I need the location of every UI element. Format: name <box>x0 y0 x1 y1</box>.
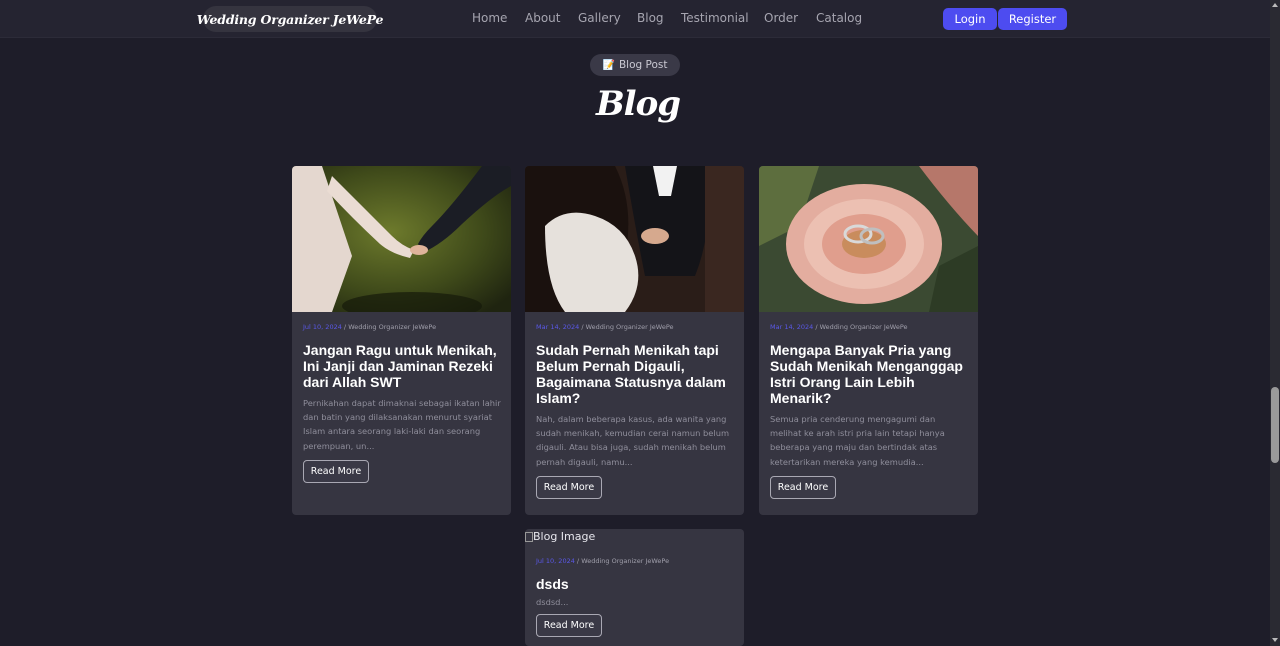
nav-link-catalog[interactable]: Catalog <box>816 11 862 25</box>
read-more-button[interactable]: Read More <box>536 614 602 638</box>
broken-image-alt: Blog Image <box>533 530 596 543</box>
broken-image: Blog Image <box>525 530 595 543</box>
read-more-button[interactable]: Read More <box>536 475 602 499</box>
post-author: Wedding Organizer JeWePe <box>348 323 437 331</box>
navbar: Wedding Organizer JeWePe Home About Gall… <box>0 0 1270 38</box>
post-meta: Jul 10, 2024 / Wedding Organizer JeWePe <box>303 323 437 331</box>
post-meta: Jul 10, 2024 / Wedding Organizer JeWePe <box>536 557 670 565</box>
scroll-up-arrow-icon[interactable] <box>1271 1 1279 9</box>
post-author: Wedding Organizer JeWePe <box>819 323 908 331</box>
nav-link-order[interactable]: Order <box>764 11 798 25</box>
page-title: Blog <box>595 84 681 124</box>
couple-dancing-photo <box>525 166 744 312</box>
memo-icon: 📝 <box>602 59 615 71</box>
card-body: Jul 10, 2024 / Wedding Organizer JeWePe … <box>303 323 501 483</box>
post-date: Jul 10, 2024 <box>536 557 575 565</box>
post-meta: Mar 14, 2024 / Wedding Organizer JeWePe <box>536 323 674 331</box>
post-meta: Mar 14, 2024 / Wedding Organizer JeWePe <box>770 323 908 331</box>
broken-image-icon <box>525 531 533 542</box>
read-more-button[interactable]: Read More <box>770 475 836 499</box>
post-title[interactable]: Sudah Pernah Menikah tapi Belum Pernah D… <box>536 342 734 406</box>
post-title[interactable]: dsds <box>536 576 734 592</box>
post-date: Mar 14, 2024 <box>536 323 580 331</box>
card-body: Mar 14, 2024 / Wedding Organizer JeWePe … <box>536 323 734 499</box>
post-author: Wedding Organizer JeWePe <box>585 323 674 331</box>
post-excerpt: Nah, dalam beberapa kasus, ada wanita ya… <box>536 414 730 467</box>
section-badge: 📝 Blog Post <box>590 54 680 76</box>
blog-card: Mar 14, 2024 / Wedding Organizer JeWePe … <box>525 166 744 515</box>
post-excerpt: Semua pria cenderung mengagumi dan melih… <box>770 414 945 467</box>
post-excerpt: dsdsd... <box>536 597 569 607</box>
post-title[interactable]: Mengapa Banyak Pria yang Sudah Menikah M… <box>770 342 968 406</box>
post-excerpt: Pernikahan dapat dimaknai sebagai ikatan… <box>303 398 501 451</box>
read-more-button[interactable]: Read More <box>303 459 369 483</box>
card-body: Mar 14, 2024 / Wedding Organizer JeWePe … <box>770 323 968 499</box>
nav-link-about[interactable]: About <box>525 11 560 25</box>
scrollbar-track[interactable] <box>1270 0 1280 646</box>
post-author: Wedding Organizer JeWePe <box>581 557 670 565</box>
blog-card: Jul 10, 2024 / Wedding Organizer JeWePe … <box>292 166 511 515</box>
scrollbar-thumb[interactable] <box>1271 387 1279 463</box>
post-date: Mar 14, 2024 <box>770 323 814 331</box>
nav-link-home[interactable]: Home <box>472 11 507 25</box>
nav-link-gallery[interactable]: Gallery <box>578 11 621 25</box>
scroll-down-arrow-icon[interactable] <box>1271 636 1279 644</box>
brand-logo[interactable]: Wedding Organizer JeWePe <box>197 6 383 32</box>
rings-on-flower-photo <box>759 166 978 312</box>
post-date: Jul 10, 2024 <box>303 323 342 331</box>
holding-hands-photo <box>292 166 511 312</box>
blog-card: Blog Image Jul 10, 2024 / Wedding Organi… <box>525 529 744 646</box>
nav-link-blog[interactable]: Blog <box>637 11 664 25</box>
nav-link-testimonial[interactable]: Testimonial <box>681 11 749 25</box>
section-badge-label: Blog Post <box>618 59 668 71</box>
post-title[interactable]: Jangan Ragu untuk Menikah, Ini Janji dan… <box>303 342 501 390</box>
register-button[interactable]: Register <box>998 8 1067 30</box>
card-body: Jul 10, 2024 / Wedding Organizer JeWePe … <box>536 557 734 638</box>
blog-card: Mar 14, 2024 / Wedding Organizer JeWePe … <box>759 166 978 515</box>
login-button[interactable]: Login <box>943 8 997 30</box>
